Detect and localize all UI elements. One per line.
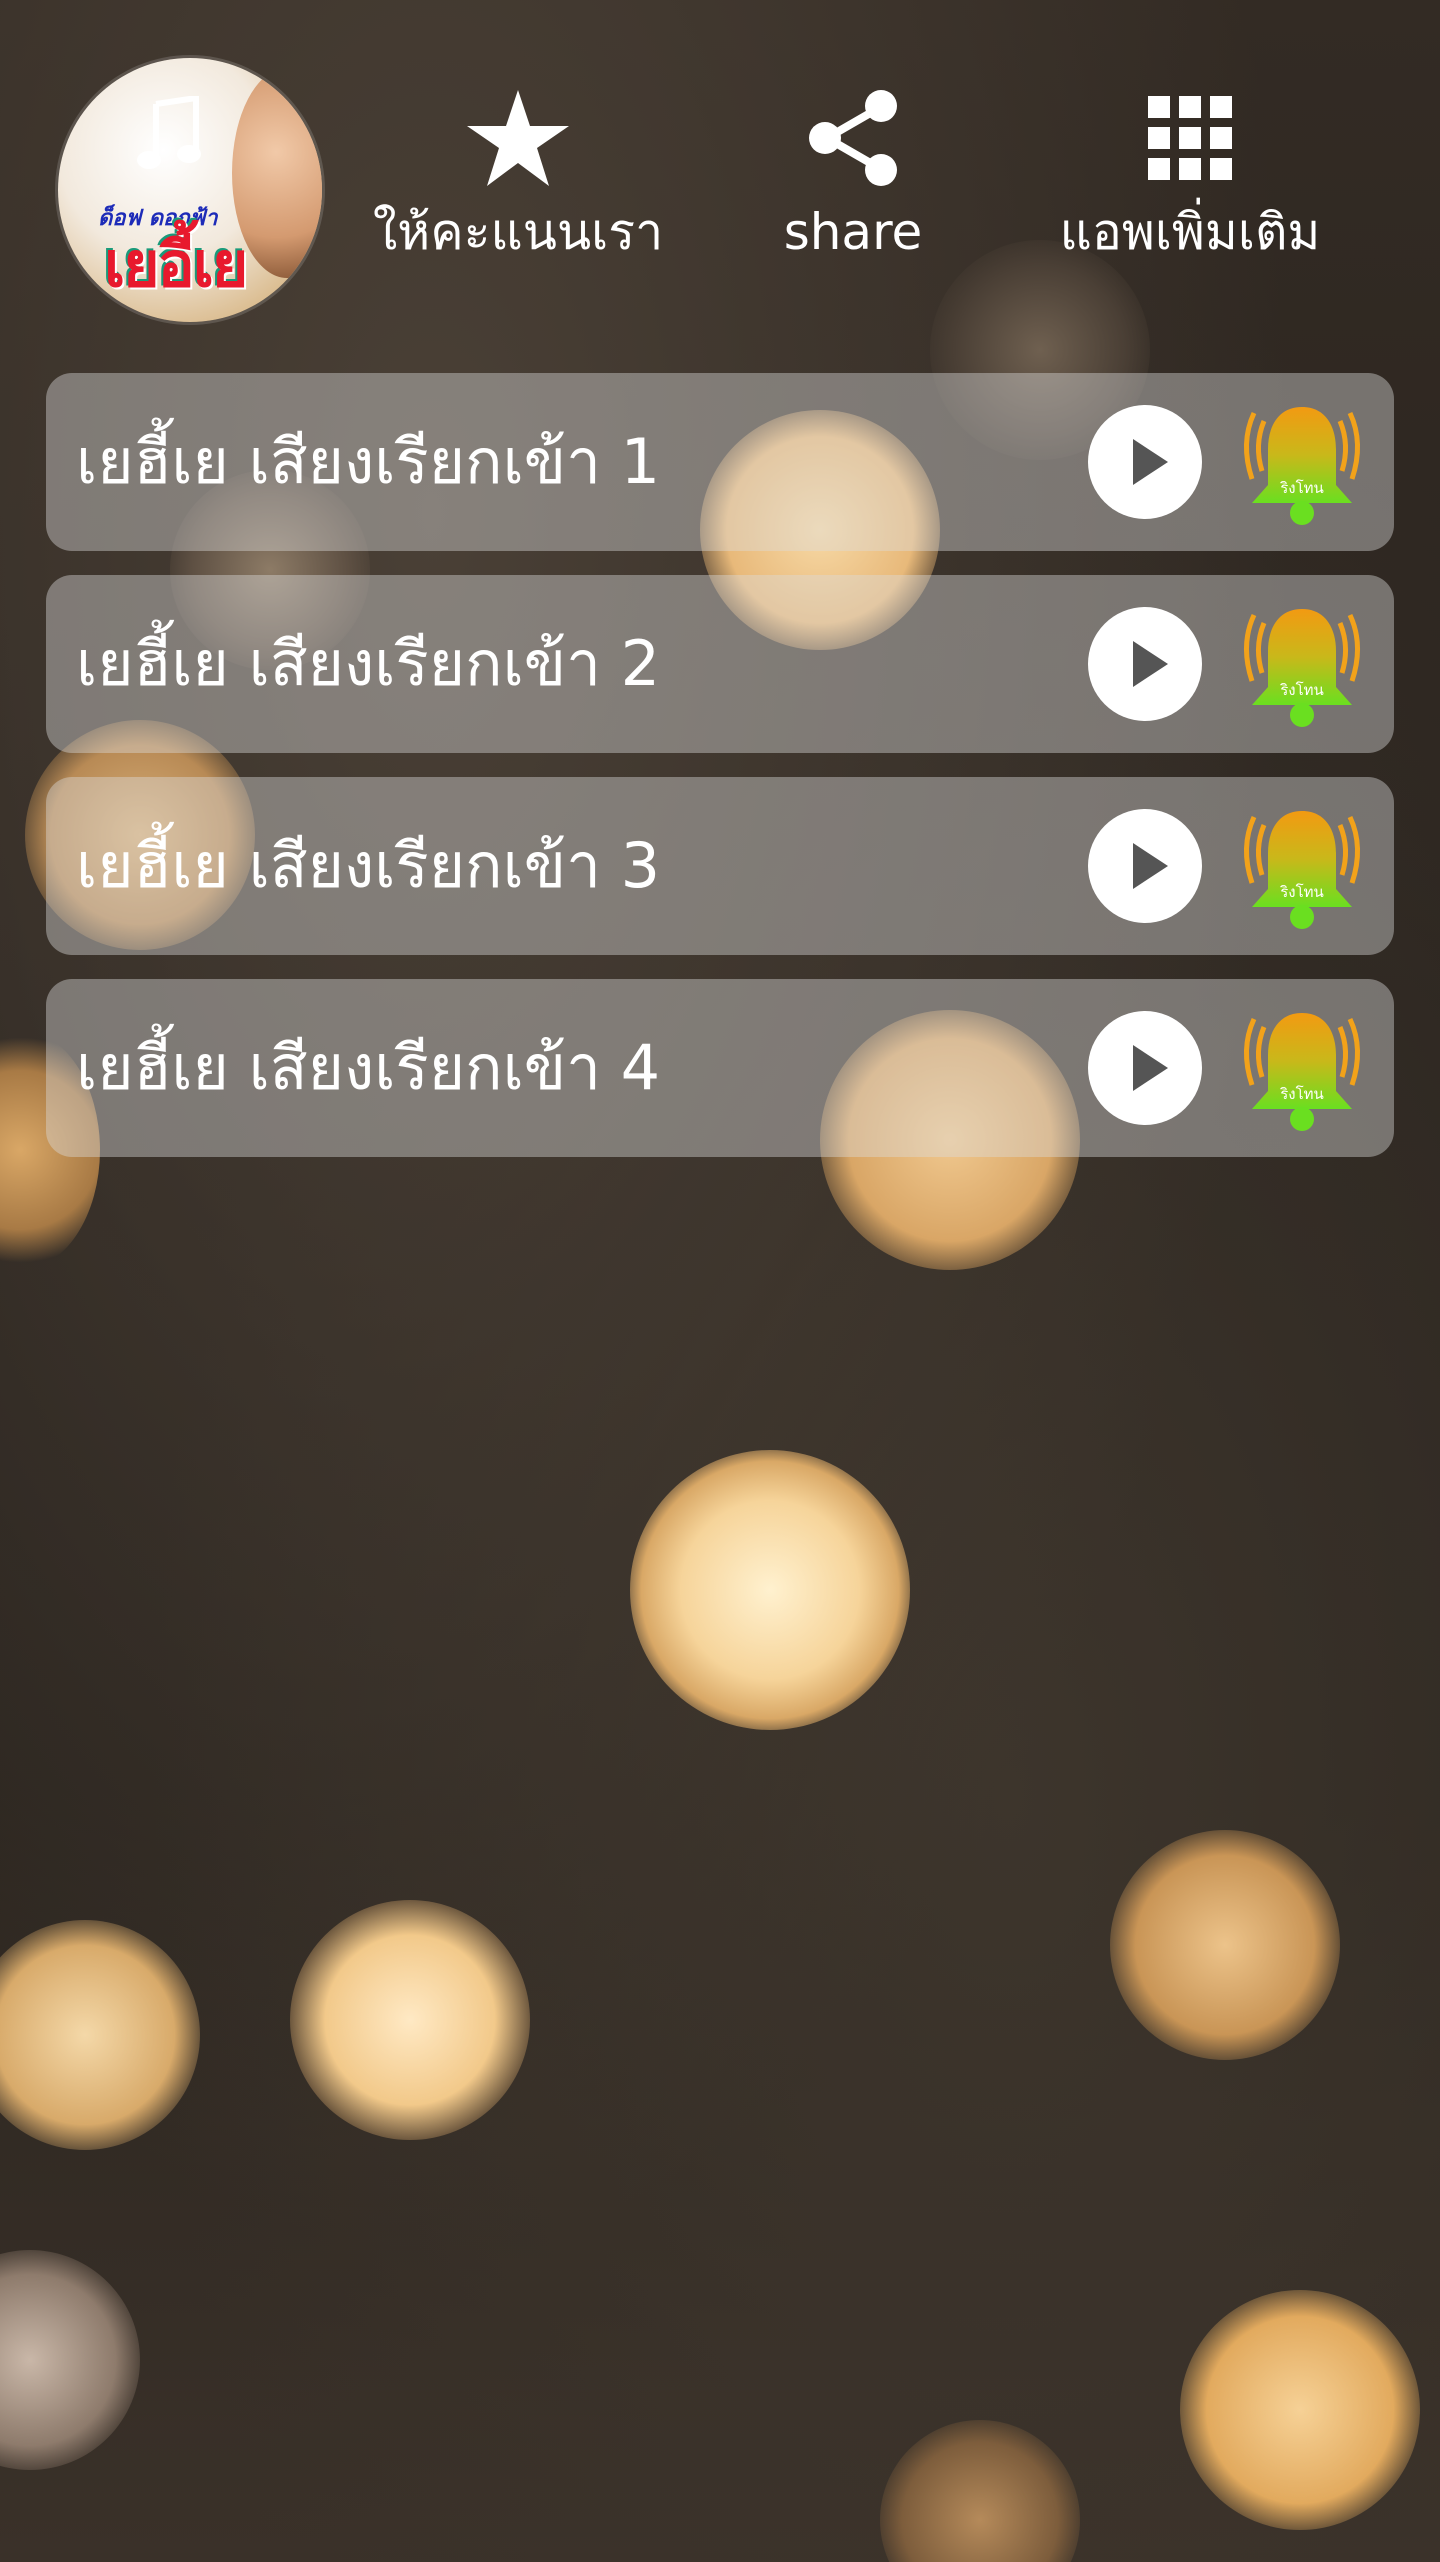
share-icon — [809, 90, 897, 186]
play-button[interactable] — [1088, 1011, 1202, 1125]
ringtone-title: เยฮี้เย เสียงเรียกเข้า 1 — [76, 425, 661, 498]
bokeh-light — [1180, 2290, 1420, 2530]
bokeh-light — [880, 2420, 1080, 2562]
play-button[interactable] — [1088, 607, 1202, 721]
bokeh-light — [1110, 1830, 1340, 2060]
grid-icon — [1148, 96, 1232, 180]
play-icon — [1133, 439, 1168, 485]
logo-title: เยอี้เย — [104, 228, 248, 301]
ringtone-badge-label: ริงโทน — [1279, 681, 1324, 699]
ringtone-title: เยฮี้เย เสียงเรียกเข้า 2 — [76, 627, 661, 700]
more-apps-button[interactable]: แอพเพิ่มเติม — [1060, 88, 1320, 262]
play-button[interactable] — [1088, 809, 1202, 923]
rate-us-label: ให้คะแนนเรา — [372, 203, 664, 261]
ringtone-title: เยฮี้เย เสียงเรียกเข้า 4 — [76, 1031, 661, 1104]
star-icon — [467, 90, 569, 186]
play-icon — [1133, 843, 1168, 889]
bell-icon[interactable]: ริงโทน — [1232, 393, 1372, 533]
app-logo[interactable]: ด็อฟ ดอกฟ้า เยอี้เย — [58, 58, 322, 322]
play-icon — [1133, 1045, 1168, 1091]
app-header: ด็อฟ ดอกฟ้า เยอี้เย ให้คะแนนเรา share แอ… — [0, 0, 1440, 340]
share-label: share — [783, 203, 923, 261]
music-note-icon — [137, 96, 201, 169]
ringtone-list: เยฮี้เย เสียงเรียกเข้า 1 ริงโทน เยฮี้เย … — [46, 373, 1394, 1181]
more-apps-label: แอพเพิ่มเติม — [1059, 203, 1321, 261]
rate-us-button[interactable]: ให้คะแนนเรา — [373, 88, 663, 262]
play-button[interactable] — [1088, 405, 1202, 519]
bokeh-light — [0, 2250, 140, 2470]
ringtone-item[interactable]: เยฮี้เย เสียงเรียกเข้า 1 ริงโทน — [46, 373, 1394, 551]
bell-icon[interactable]: ริงโทน — [1232, 797, 1372, 937]
ringtone-badge-label: ริงโทน — [1279, 1085, 1324, 1103]
bell-icon[interactable]: ริงโทน — [1232, 595, 1372, 735]
ringtone-item[interactable]: เยฮี้เย เสียงเรียกเข้า 4 ริงโทน — [46, 979, 1394, 1157]
share-button[interactable]: share — [753, 88, 953, 262]
ringtone-item[interactable]: เยฮี้เย เสียงเรียกเข้า 3 ริงโทน — [46, 777, 1394, 955]
ringtone-badge-label: ริงโทน — [1279, 479, 1324, 497]
ringtone-badge-label: ริงโทน — [1279, 883, 1324, 901]
bokeh-light — [0, 1920, 200, 2150]
bokeh-light — [630, 1450, 910, 1730]
bell-icon[interactable]: ริงโทน — [1232, 999, 1372, 1139]
play-icon — [1133, 641, 1168, 687]
ringtone-title: เยฮี้เย เสียงเรียกเข้า 3 — [76, 829, 661, 902]
bokeh-light — [290, 1900, 530, 2140]
ringtone-item[interactable]: เยฮี้เย เสียงเรียกเข้า 2 ริงโทน — [46, 575, 1394, 753]
